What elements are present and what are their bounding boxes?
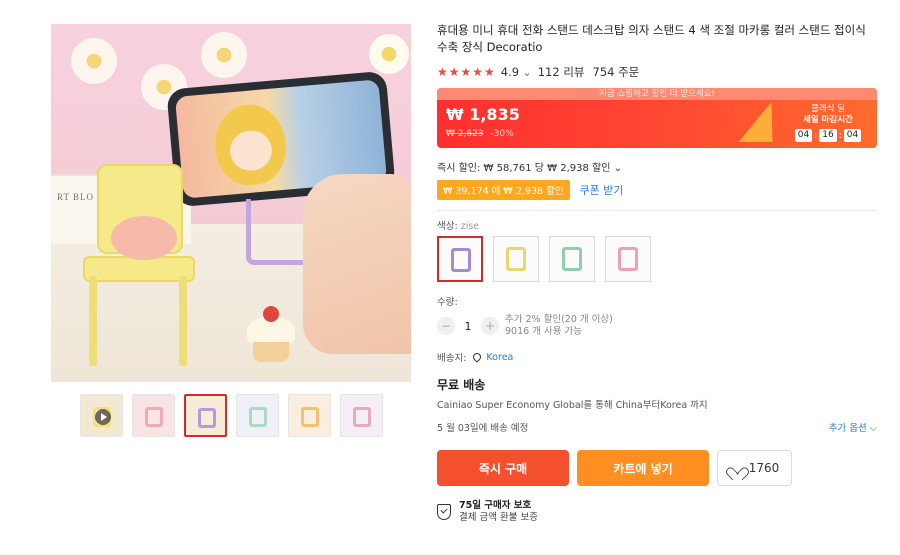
main-product-image[interactable]: RT BLO: [51, 24, 411, 382]
cupcake-figure: [247, 306, 295, 364]
wishlist-button[interactable]: 1760: [717, 450, 792, 486]
countdown-timer: 04 : 16 : 04: [787, 129, 869, 142]
sale-label: 클레식 딜: [811, 104, 845, 114]
wishlist-count: 1760: [748, 461, 780, 475]
promo-banner-text: 지금 쇼핑하고 할인 더 받으세요!: [437, 88, 877, 100]
stock-available-note: 9016 개 사용 가능: [505, 326, 582, 337]
flower-decor: [369, 34, 409, 74]
color-swatch-green[interactable]: [549, 236, 595, 282]
product-thumbnail[interactable]: [340, 394, 383, 437]
color-label-text: 색상:: [437, 221, 458, 232]
rating-row: ★★★★★ 4.9 ⌄ 112 리뷰 754 주문: [437, 64, 877, 80]
divider: [437, 210, 877, 211]
coupon-row: ₩ 39,174 에 ₩ 2,938 할인 쿠폰 받기: [437, 180, 877, 200]
protection-title: 75일 구매자 보호: [459, 500, 532, 511]
timer-hours: 04: [794, 129, 813, 142]
ship-to-label: 배송지:: [437, 353, 467, 364]
product-title: 휴대용 미니 휴대 전화 스탠드 데스크탑 의자 스탠드 4 색 조절 마카롱 …: [437, 23, 866, 54]
rating-value: 4.9: [500, 65, 520, 79]
product-thumbnail[interactable]: [132, 394, 175, 437]
color-swatches: [437, 236, 877, 282]
buyer-protection: 75일 구매자 보호 결제 금액 환불 보증: [437, 500, 877, 524]
quantity-stepper: − 1 + 추가 2% 할인(20 개 이상) 9016 개 사용 가능: [437, 314, 877, 338]
product-thumbnail[interactable]: [288, 394, 331, 437]
original-price: ₩ 2,623 -30%: [446, 129, 514, 139]
thumbnail-strip: [80, 394, 383, 437]
product-thumbnail[interactable]: [184, 394, 227, 437]
flower-decor: [201, 32, 247, 78]
product-info-panel: 휴대용 미니 휴대 전화 스탠드 데스크탑 의자 스탠드 4 색 조절 마카롱 …: [437, 22, 877, 524]
stand-thumbnail-icon: [249, 407, 267, 427]
shipping-method: Cainiao Super Economy Global를 통해 China부터…: [437, 400, 708, 411]
stand-thumbnail-icon: [198, 408, 216, 428]
quantity-note: 추가 2% 할인(20 개 이상) 9016 개 사용 가능: [505, 314, 613, 338]
get-coupon-link[interactable]: 쿠폰 받기: [580, 182, 624, 198]
color-selected-value: zise: [460, 221, 480, 232]
timer-minutes: 16: [819, 129, 837, 142]
current-price: ₩ 1,835: [446, 105, 520, 124]
color-option-label: 색상: zise: [437, 218, 877, 232]
add-to-cart-button[interactable]: 카트에 넣기: [577, 450, 709, 486]
stand-thumbnail-icon: [353, 407, 371, 427]
product-thumbnail[interactable]: [236, 394, 279, 437]
stand-thumbnail-icon: [145, 407, 163, 427]
heart-icon: [730, 462, 743, 474]
sale-countdown: 클레식 딜 세일 마감시간 04 : 16 : 04: [787, 104, 869, 142]
play-video-icon: [95, 409, 111, 425]
quantity-input[interactable]: 1: [455, 320, 481, 333]
product-thumbnail[interactable]: [80, 394, 123, 437]
hand-illustration: [303, 174, 411, 354]
timer-seconds: 04: [843, 129, 862, 142]
discount-percent: -30%: [490, 129, 514, 139]
ship-to-row[interactable]: 배송지: Korea: [437, 350, 877, 364]
color-swatch-pink[interactable]: [605, 236, 651, 282]
ship-to-country[interactable]: Korea: [486, 352, 513, 363]
rating-chevron-icon[interactable]: ⌄: [522, 65, 532, 79]
quantity-minus-button[interactable]: −: [437, 317, 455, 335]
shield-check-icon: [437, 504, 451, 520]
yellow-chair-illustration: [79, 164, 199, 374]
protection-subtitle: 결제 금액 환불 보증: [459, 512, 538, 523]
lightning-bolt-icon: [738, 102, 786, 142]
more-options-link[interactable]: 추가 옵션 ⌵: [829, 420, 877, 434]
piglet-figure: [111, 216, 177, 260]
color-swatch-purple[interactable]: [437, 236, 483, 282]
delivery-estimate: 5 월 03일에 배송 예정: [437, 423, 529, 434]
quantity-label: 수량:: [437, 297, 458, 308]
purchase-actions: 즉시 구매 카트에 넣기 1760: [437, 450, 877, 486]
buy-now-button[interactable]: 즉시 구매: [437, 450, 569, 486]
instant-discount-row[interactable]: 즉시 할인: ₩ 58,761 당 ₩ 2,938 할인 ⌄: [437, 159, 877, 174]
bulk-discount-note: 추가 2% 할인(20 개 이상): [505, 314, 613, 325]
stand-swatch-icon: [618, 247, 638, 271]
color-swatch-yellow[interactable]: [493, 236, 539, 282]
stand-swatch-icon: [562, 247, 582, 271]
delivery-row: 5 월 03일에 배송 예정 추가 옵션 ⌵: [437, 420, 877, 434]
location-pin-icon: [471, 351, 484, 363]
coupon-tag: ₩ 39,174 에 ₩ 2,938 할인: [437, 180, 570, 200]
rating-stars-icon: ★★★★★: [437, 65, 496, 79]
stand-thumbnail-icon: [301, 407, 319, 427]
price-banner: 지금 쇼핑하고 할인 더 받으세요! ₩ 1,835 ₩ 2,623 -30% …: [437, 88, 877, 148]
quantity-plus-button[interactable]: +: [481, 317, 499, 335]
sale-end-label: 세일 마감시간: [803, 115, 853, 125]
order-count: 754 주문: [592, 65, 640, 79]
review-count-link[interactable]: 112 리뷰: [538, 64, 585, 80]
stand-swatch-icon: [506, 247, 526, 271]
original-price-value: ₩ 2,623: [446, 129, 484, 139]
chevron-down-icon: ⌄: [613, 163, 622, 174]
flower-decor: [71, 38, 117, 84]
free-shipping-heading: 무료 배송: [437, 378, 486, 392]
stand-swatch-icon: [451, 248, 471, 272]
instant-discount-text: 즉시 할인: ₩ 58,761 당 ₩ 2,938 할인: [437, 163, 611, 174]
